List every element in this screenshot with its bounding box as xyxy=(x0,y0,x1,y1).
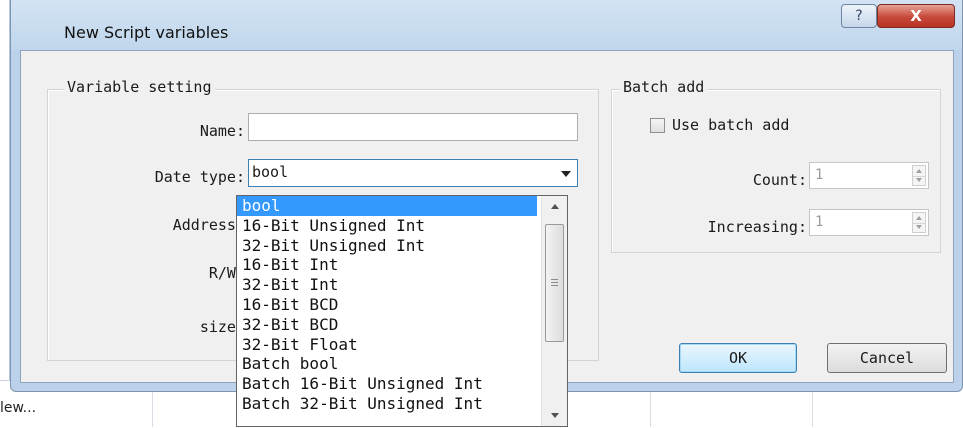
increasing-spin-buttons[interactable] xyxy=(912,212,926,233)
chevron-down-icon xyxy=(561,171,571,177)
count-label: Count: xyxy=(752,171,807,189)
count-stepper[interactable]: 1 xyxy=(809,162,929,189)
dropdown-option[interactable]: 32-Bit Int xyxy=(237,275,537,295)
dropdown-option[interactable]: bool xyxy=(237,196,537,216)
ok-button-label: OK xyxy=(728,349,748,367)
spin-up-icon xyxy=(916,216,922,220)
background-status-text: lew... xyxy=(0,400,37,416)
dropdown-scrollbar[interactable] xyxy=(541,196,567,426)
rw-label: R/W: xyxy=(208,264,245,282)
grip-line xyxy=(551,279,558,280)
use-batch-add-checkbox[interactable] xyxy=(650,118,665,133)
dropdown-option[interactable]: 16-Bit Int xyxy=(237,255,537,275)
cancel-button-label: Cancel xyxy=(859,349,915,367)
cancel-button[interactable]: Cancel xyxy=(827,343,947,373)
spin-separator xyxy=(913,175,925,177)
dropdown-option[interactable]: 32-Bit Float xyxy=(237,335,537,355)
name-input[interactable] xyxy=(248,113,578,141)
variable-setting-legend: Variable setting xyxy=(64,78,215,96)
close-icon: X xyxy=(910,7,922,25)
grid-divider xyxy=(812,392,813,427)
grid-divider xyxy=(152,392,153,427)
batch-add-legend: Batch add xyxy=(620,78,708,96)
use-batch-add-label: Use batch add xyxy=(672,116,790,134)
title-bar[interactable]: New Script variables ? X xyxy=(11,0,962,50)
grid-divider xyxy=(650,392,651,427)
dropdown-option[interactable]: 16-Bit BCD xyxy=(237,295,537,315)
count-spin-buttons[interactable] xyxy=(912,165,926,186)
scroll-down-icon[interactable] xyxy=(551,413,559,418)
scroll-up-icon[interactable] xyxy=(551,204,559,209)
increasing-stepper[interactable]: 1 xyxy=(809,209,929,236)
help-icon: ? xyxy=(855,8,863,24)
dropdown-options: bool 16-Bit Unsigned Int 32-Bit Unsigned I… xyxy=(237,196,537,414)
count-value: 1 xyxy=(815,167,824,183)
scrollbar-thumb[interactable] xyxy=(545,224,564,342)
spin-down-icon xyxy=(916,178,922,182)
increasing-value: 1 xyxy=(815,214,824,230)
date-type-dropdown-list: bool 16-Bit Unsigned Int 32-Bit Unsigned I… xyxy=(236,195,568,427)
dropdown-option[interactable]: Batch 32-Bit Unsigned Int xyxy=(237,394,537,414)
spin-up-icon xyxy=(916,169,922,173)
ok-button[interactable]: OK xyxy=(679,343,797,373)
increasing-label: Increasing: xyxy=(707,218,807,236)
size-label: size: xyxy=(199,318,245,336)
spin-down-icon xyxy=(916,225,922,229)
help-button[interactable]: ? xyxy=(841,4,877,28)
dropdown-option[interactable]: 16-Bit Unsigned Int xyxy=(237,216,537,236)
dialog-title: New Script variables xyxy=(64,23,229,42)
dropdown-option[interactable]: 32-Bit Unsigned Int xyxy=(237,236,537,256)
date-type-select[interactable]: bool xyxy=(248,159,578,187)
grip-line xyxy=(551,285,558,286)
close-button[interactable]: X xyxy=(877,4,955,28)
name-label: Name: xyxy=(199,122,245,140)
address-label: Address: xyxy=(172,216,245,234)
grip-line xyxy=(551,282,558,283)
date-type-label: Date type: xyxy=(154,168,245,186)
date-type-value: bool xyxy=(252,163,289,181)
dropdown-option[interactable]: Batch 16-Bit Unsigned Int xyxy=(237,374,537,394)
dropdown-option[interactable]: 32-Bit BCD xyxy=(237,315,537,335)
dropdown-option[interactable]: Batch bool xyxy=(237,354,537,374)
spin-separator xyxy=(913,222,925,224)
